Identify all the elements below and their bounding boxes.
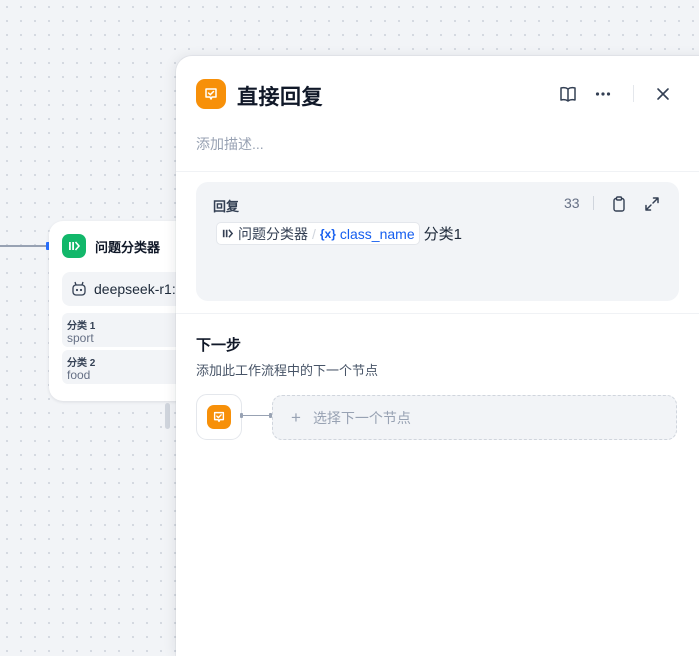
more-icon[interactable] bbox=[592, 83, 614, 105]
reply-editor[interactable]: 回复 33 问题分类器 / {x} class_name 分类1 bbox=[196, 182, 679, 301]
divider bbox=[176, 313, 699, 314]
classifier-icon bbox=[62, 234, 86, 258]
reply-label: 回复 bbox=[213, 199, 240, 214]
variable-name: class_name bbox=[339, 225, 415, 242]
robot-icon bbox=[72, 281, 86, 296]
node-title: 问题分类器 bbox=[95, 239, 161, 255]
connector-line bbox=[242, 415, 270, 416]
class-value: sport bbox=[67, 331, 94, 345]
reply-divider bbox=[593, 196, 594, 210]
reply-icon bbox=[207, 405, 231, 429]
panel-title[interactable]: 直接回复 bbox=[237, 81, 323, 111]
class-label: 分类 2 bbox=[67, 358, 96, 369]
book-icon[interactable] bbox=[557, 83, 579, 105]
variable-icon: {x} bbox=[319, 226, 336, 241]
expand-icon[interactable] bbox=[642, 194, 662, 214]
next-step-title: 下一步 bbox=[196, 337, 242, 354]
variable-node-name: 问题分类器 bbox=[238, 225, 308, 242]
classifier-icon bbox=[222, 229, 234, 238]
description-input[interactable]: 添加描述... bbox=[196, 134, 264, 154]
next-step-description: 添加此工作流程中的下一个节点 bbox=[196, 363, 379, 378]
divider bbox=[176, 171, 699, 172]
class-label: 分类 1 bbox=[67, 321, 96, 332]
model-name: deepseek-r1: bbox=[94, 281, 176, 297]
select-next-node-button[interactable]: + 选择下一个节点 bbox=[272, 395, 677, 440]
node-config-panel: 直接回复 添加描述... 回复 33 问题分类器 / {x} class_nam… bbox=[176, 56, 699, 656]
reply-icon bbox=[196, 79, 226, 109]
class-value: food bbox=[67, 368, 91, 382]
plus-icon: + bbox=[291, 407, 301, 427]
reply-text[interactable]: 分类1 bbox=[424, 223, 462, 244]
edge-line bbox=[0, 245, 48, 247]
select-next-node-label: 选择下一个节点 bbox=[312, 409, 411, 426]
canvas-scrollbar[interactable] bbox=[165, 403, 170, 429]
clipboard-icon[interactable] bbox=[609, 194, 629, 214]
char-count: 33 bbox=[564, 195, 580, 211]
header-divider bbox=[633, 85, 634, 102]
variable-reference[interactable]: 问题分类器 / {x} class_name bbox=[216, 222, 420, 245]
current-node-badge bbox=[196, 394, 242, 440]
close-icon[interactable] bbox=[652, 83, 674, 105]
variable-separator: / bbox=[312, 225, 316, 242]
